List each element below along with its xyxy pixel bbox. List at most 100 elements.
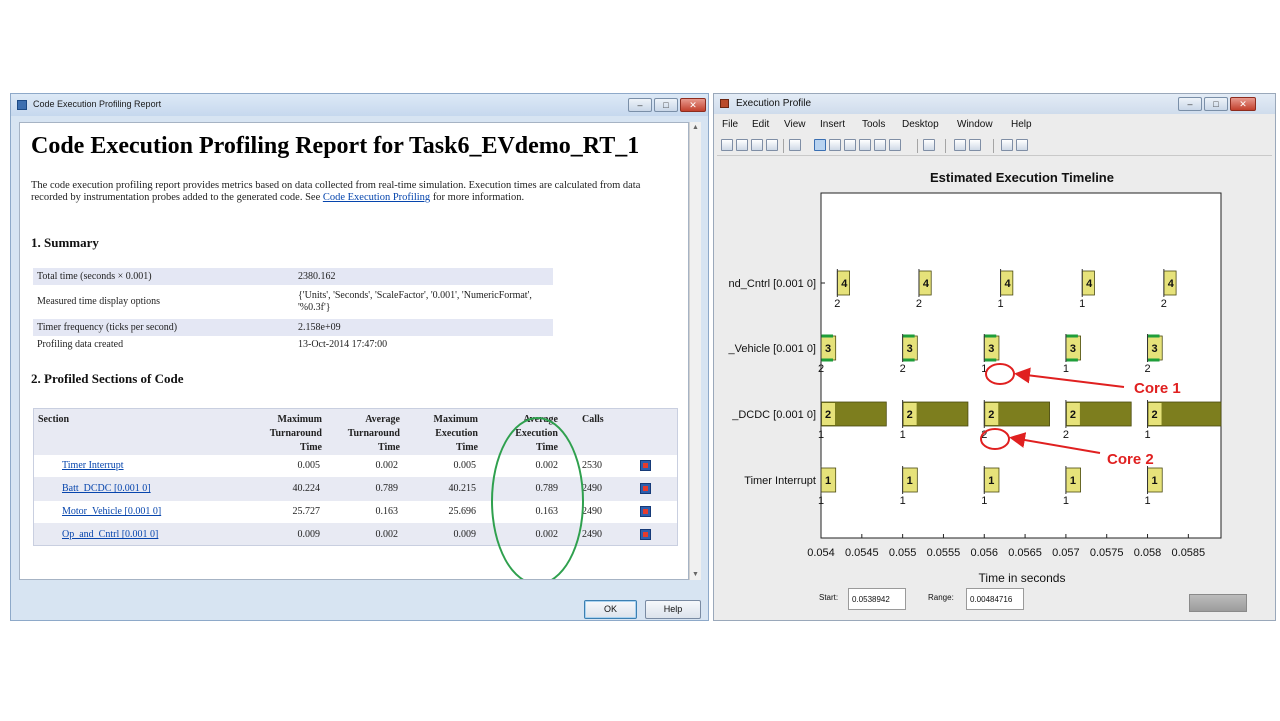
summary-value: 2.158e+09 <box>298 322 341 333</box>
edit-plot-icon[interactable] <box>789 139 801 151</box>
maximize-icon: □ <box>1213 99 1219 109</box>
new-figure-icon[interactable] <box>721 139 733 151</box>
menu-file[interactable]: File <box>722 119 738 130</box>
minimize-icon: ‒ <box>1187 99 1193 109</box>
calls-cell: 2530 <box>582 460 602 471</box>
menu-insert[interactable]: Insert <box>820 119 845 130</box>
section-link[interactable]: Batt_DCDC [0.001 0] <box>62 483 151 494</box>
highlight-code-icon[interactable] <box>640 506 651 517</box>
toolbar-separator <box>917 139 918 153</box>
summary-label: Total time (seconds × 0.001) <box>37 271 152 282</box>
menu-edit[interactable]: Edit <box>752 119 769 130</box>
section-link[interactable]: Op_and_Cntrl [0.001 0] <box>62 529 158 540</box>
zoom-in-icon[interactable] <box>814 139 826 151</box>
code-execution-profiling-link[interactable]: Code Execution Profiling <box>323 192 430 203</box>
avg-turnaround-cell: 0.002 <box>375 529 399 540</box>
hide-plot-tools-icon[interactable] <box>1001 139 1013 151</box>
toolbar-separator <box>993 139 994 153</box>
toolbar-separator <box>783 139 784 153</box>
summary-heading: 1. Summary <box>31 235 99 250</box>
max-turnaround-cell: 25.727 <box>292 506 321 517</box>
avg-turnaround-cell: 0.789 <box>375 483 399 494</box>
max-execution-cell: 0.009 <box>453 529 477 540</box>
core-2-circle <box>980 428 1010 450</box>
range-slider[interactable] <box>1189 594 1247 612</box>
summary-row: Profiling data created 13-Oct-2014 17:47… <box>33 336 553 353</box>
calls-cell: 2490 <box>582 506 602 517</box>
minimize-button[interactable]: ‒ <box>1178 97 1202 111</box>
minimize-button[interactable]: ‒ <box>628 98 652 112</box>
open-file-icon[interactable] <box>736 139 748 151</box>
highlight-code-icon[interactable] <box>640 460 651 471</box>
menu-bar: File Edit View Insert Tools Desktop Wind… <box>714 116 1275 134</box>
ok-button[interactable]: OK <box>584 600 637 619</box>
rotate-icon[interactable] <box>859 139 871 151</box>
toolbar-separator <box>945 139 946 153</box>
max-execution-cell: 0.005 <box>453 460 477 471</box>
summary-value: 13-Oct-2014 17:47:00 <box>298 339 388 350</box>
core-2-label: Core 2 <box>1107 451 1154 468</box>
profiling-report-window: Code Execution Profiling Report ‒ □ ✕ Co… <box>10 93 709 621</box>
max-execution-cell: 40.215 <box>448 483 477 494</box>
report-scrollbar[interactable]: ▲ ▼ <box>689 122 701 580</box>
close-button[interactable]: ✕ <box>1230 97 1256 111</box>
report-intro: The code execution profiling report prov… <box>31 180 671 204</box>
core-1-label: Core 1 <box>1134 380 1181 397</box>
section-link[interactable]: Motor_Vehicle [0.001 0] <box>62 506 161 517</box>
pan-icon[interactable] <box>844 139 856 151</box>
report-titlebar[interactable]: Code Execution Profiling Report ‒ □ ✕ <box>11 94 708 116</box>
link-plot-icon[interactable] <box>923 139 935 151</box>
highlight-code-icon[interactable] <box>640 483 651 494</box>
avg-turnaround-cell: 0.002 <box>375 460 399 471</box>
menu-window[interactable]: Window <box>957 119 993 130</box>
close-icon: ✕ <box>1239 99 1247 109</box>
scroll-down-icon[interactable]: ▼ <box>692 571 699 578</box>
max-execution-cell: 25.696 <box>448 506 477 517</box>
maximize-button[interactable]: □ <box>654 98 678 112</box>
profile-titlebar[interactable]: Execution Profile ‒ □ ✕ <box>714 94 1275 114</box>
menu-tools[interactable]: Tools <box>862 119 885 130</box>
calls-cell: 2490 <box>582 529 602 540</box>
save-icon[interactable] <box>751 139 763 151</box>
brush-icon[interactable] <box>889 139 901 151</box>
help-button[interactable]: Help <box>645 600 701 619</box>
summary-label: Measured time display options <box>37 296 161 307</box>
print-icon[interactable] <box>766 139 778 151</box>
summary-value: {'Units', 'Seconds', 'ScaleFactor', '0.0… <box>298 290 532 313</box>
summary-value: 2380.162 <box>298 271 336 282</box>
show-plot-tools-icon[interactable] <box>1016 139 1028 151</box>
start-field[interactable]: 0.0538942 <box>848 588 906 610</box>
maximize-icon: □ <box>663 100 669 110</box>
summary-row: Timer frequency (ticks per second) 2.158… <box>33 319 553 336</box>
avg-execution-highlight-oval <box>491 417 584 579</box>
insert-legend-icon[interactable] <box>969 139 981 151</box>
core-2-arrow <box>1009 432 1101 454</box>
close-icon: ✕ <box>689 100 697 110</box>
scroll-up-icon[interactable]: ▲ <box>692 124 699 131</box>
range-field[interactable]: 0.00484716 <box>966 588 1024 610</box>
section-link[interactable]: Timer Interrupt <box>62 460 124 471</box>
highlight-code-icon[interactable] <box>640 529 651 540</box>
sections-heading: 2. Profiled Sections of Code <box>31 371 184 386</box>
menu-help[interactable]: Help <box>1011 119 1032 130</box>
column-header-avg-turnaround: Average Turnaround Time <box>347 414 400 453</box>
core-annotations: Core 1 Core 2 <box>980 363 1181 468</box>
max-turnaround-cell: 40.224 <box>292 483 321 494</box>
insert-colorbar-icon[interactable] <box>954 139 966 151</box>
close-button[interactable]: ✕ <box>680 98 706 112</box>
report-heading: Code Execution Profiling Report for Task… <box>31 133 640 159</box>
calls-cell: 2490 <box>582 483 602 494</box>
summary-row: Total time (seconds × 0.001) 2380.162 <box>33 268 553 285</box>
figure-toolbar <box>717 136 1272 156</box>
minimize-icon: ‒ <box>637 100 643 110</box>
execution-profile-window: Execution Profile ‒ □ ✕ File Edit View I… <box>713 93 1276 621</box>
summary-row: Measured time display options {'Units', … <box>33 288 553 316</box>
menu-desktop[interactable]: Desktop <box>902 119 939 130</box>
data-cursor-icon[interactable] <box>874 139 886 151</box>
core-1-arrow <box>1014 367 1125 388</box>
maximize-button[interactable]: □ <box>1204 97 1228 111</box>
menu-view[interactable]: View <box>784 119 806 130</box>
zoom-out-icon[interactable] <box>829 139 841 151</box>
core-1-circle <box>985 363 1015 385</box>
column-header-max-turnaround: Maximum Turnaround Time <box>269 414 322 453</box>
